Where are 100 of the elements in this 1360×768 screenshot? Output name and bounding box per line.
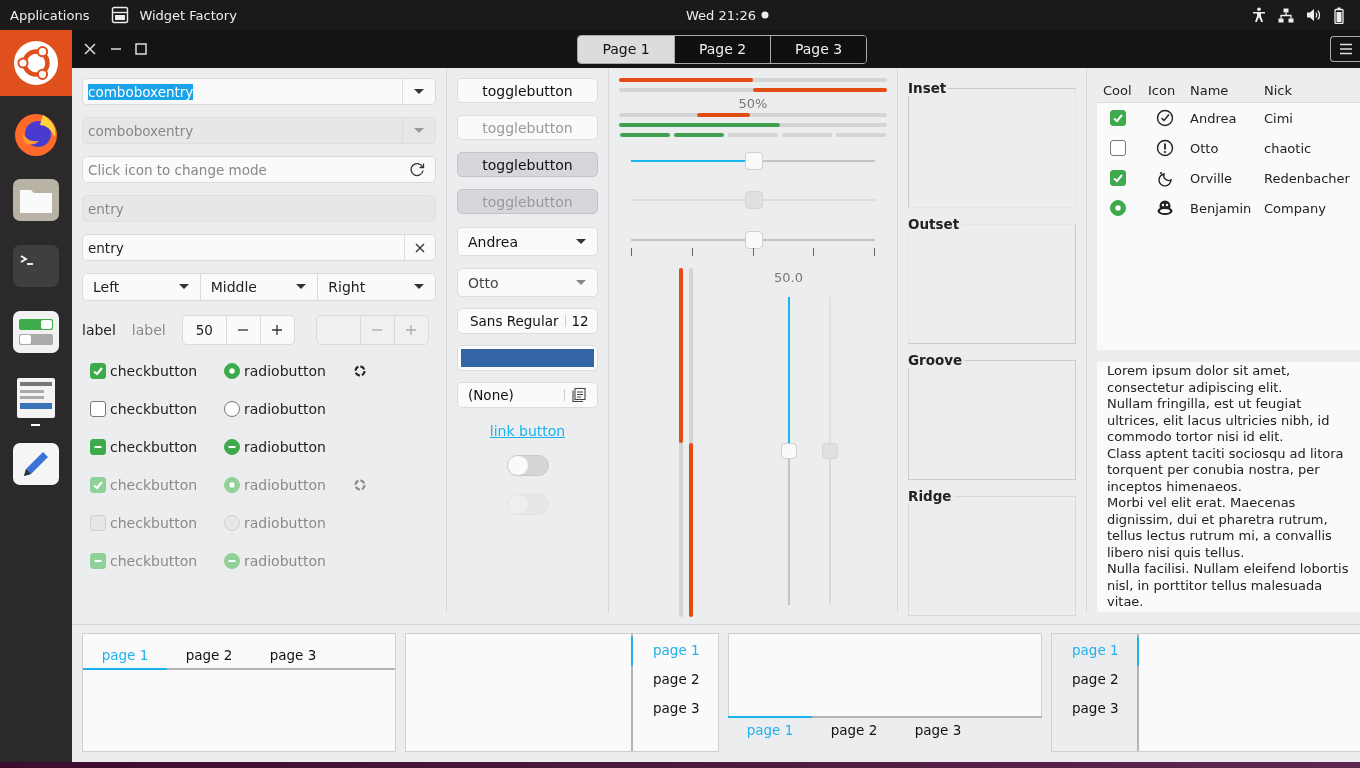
dropdown-arrow-icon [413,283,425,291]
text-field[interactable]: Click icon to change mode [82,156,436,183]
checkbox[interactable] [1110,110,1126,126]
exclamation-icon [1156,139,1174,157]
browser-icon [13,111,59,157]
name-cell-text: Otto [1190,140,1220,156]
checkbox[interactable]: checkbutton [90,439,224,455]
page-tab[interactable]: Page 2 [674,35,770,63]
spin-button[interactable]: 50 [181,315,295,345]
check-circle-icon [1156,109,1174,127]
window-icon [111,6,130,24]
paragraph: Nulla facilisi. Nullam eleifend lobortis nisl, in porttitor tellus malesuada vitae. [1107,561,1350,611]
close-icon[interactable] [83,42,97,56]
paragraph: Class aptent taciti sociosqu ad litora torquent per conubia nostra, per inceptos himenaeos. [1107,445,1345,495]
tab[interactable]: page 3 [1052,695,1137,724]
name-cell-text: Benjamin [1190,200,1253,216]
file-chooser-button[interactable]: (None) [457,382,598,408]
text-editor-icon [12,442,60,486]
page-tab[interactable]: Page 1 [578,35,674,63]
radio-button[interactable]: radiobutton [224,401,358,417]
tab[interactable]: page 3 [251,643,335,668]
tab[interactable]: page 3 [896,718,980,743]
maximize-icon[interactable] [135,43,147,55]
label: label [131,322,166,338]
checkmark-icon [1112,112,1124,124]
vertical-slider[interactable] [780,297,797,605]
checkmark-icon [92,365,104,377]
folder-icon [12,178,60,222]
slider[interactable] [631,230,875,256]
toggle-button[interactable]: togglebutton [457,78,598,103]
terminal-icon [12,244,60,288]
column-header[interactable]: Name [1190,82,1264,98]
dot-icon [1112,202,1124,214]
switch[interactable] [506,455,549,476]
combo-box[interactable]: Left [82,273,201,301]
scale-value: 50.0 [773,270,804,285]
window-widgets-icon [16,377,56,419]
dropdown-arrow-icon [177,283,190,291]
moon-icon [1156,169,1174,187]
dropdown-arrow-icon [295,283,308,291]
radio-button[interactable] [1110,200,1126,216]
menu-button[interactable] [1330,36,1360,62]
progress-text: 50% [737,96,769,112]
tab[interactable]: page 2 [633,666,718,695]
network-icon[interactable] [1278,7,1294,23]
dot-icon [226,365,238,377]
battery-icon[interactable] [1334,6,1344,24]
column-header[interactable]: Cool [1103,82,1148,98]
nick-cell-text: Company [1264,200,1327,216]
name-cell-text: Orville [1190,170,1234,186]
frame-label: Inset [908,80,948,96]
combo-box[interactable]: Right [318,273,436,301]
ubuntu-logo-icon [11,38,61,88]
dropdown-arrow-icon [575,278,587,287]
nick-cell-text: chaotic [1264,140,1313,156]
checkbox[interactable] [1110,140,1126,156]
checkmark-icon [1112,172,1124,184]
nick-cell-text: Cimi [1264,110,1294,126]
text-field[interactable]: entry [82,234,436,261]
font-button[interactable]: Sans Regular 12 [457,308,598,334]
frame-label: Outset [908,216,961,232]
vertical-slider[interactable] [821,297,838,605]
toggle-switches-icon [12,310,60,354]
document-icon [571,387,587,403]
combo-box[interactable]: Andrea [457,227,598,256]
tab[interactable]: page 2 [167,643,251,668]
column-header[interactable]: Nick [1264,82,1360,98]
frame-label: Ridge [908,488,953,504]
face-icon [1156,199,1174,217]
menu-icon [1338,43,1353,55]
radio-button[interactable]: radiobutton [224,439,358,455]
combo-box[interactable]: Middle [200,273,319,301]
checkmark-icon [92,479,104,491]
radio-button[interactable]: radiobutton [224,363,358,379]
refresh-icon[interactable] [410,162,425,177]
column-header[interactable]: Icon [1148,82,1190,98]
tab[interactable]: page 2 [812,718,896,743]
paragraph: Morbi vel elit erat. Maecenas dignissim, dui et pharetra rutrum, tellus lectus rutrum mi, a convallis libero nisi quis tellus. [1107,495,1333,561]
toggle-button[interactable]: togglebutton [457,152,598,177]
frame-label: Groove [908,352,964,368]
checkbox[interactable] [1110,170,1126,186]
volume-icon[interactable] [1306,8,1322,22]
clock[interactable]: Wed 21:26 [686,7,756,23]
dot-icon [226,479,238,491]
checkbox[interactable]: checkbutton [90,401,224,417]
paragraph: Lorem ipsum dolor sit amet, consectetur adipiscing elit. [1107,363,1292,396]
clear-icon[interactable] [415,242,425,253]
tab[interactable]: page 3 [633,695,718,724]
tab[interactable]: page 2 [1052,666,1137,695]
name-cell-text: Andrea [1190,110,1238,126]
dropdown-arrow-icon[interactable] [413,87,425,96]
app-name[interactable]: Widget Factory [139,7,237,23]
color-button[interactable] [457,345,598,371]
plus-icon[interactable] [271,324,284,336]
dropdown-arrow-icon [575,237,587,246]
checkbox[interactable]: checkbutton [90,363,224,379]
accessibility-icon[interactable] [1252,7,1266,23]
page-tab[interactable]: Page 3 [770,35,866,63]
applications-menu[interactable]: Applications [10,7,90,23]
slider[interactable] [631,151,875,171]
